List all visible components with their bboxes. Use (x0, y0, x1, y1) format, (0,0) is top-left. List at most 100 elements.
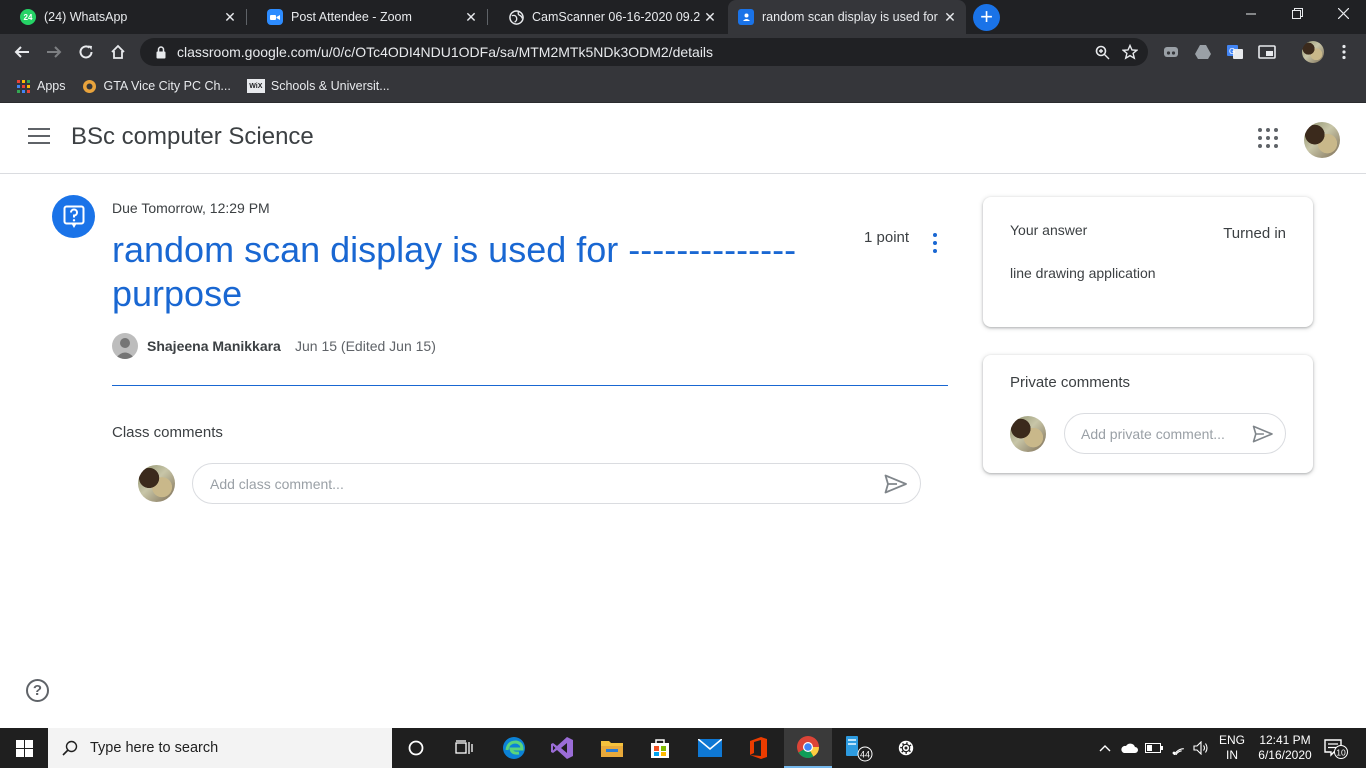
mail-icon[interactable] (686, 728, 734, 768)
assignment-title: random scan display is used for --------… (112, 229, 797, 314)
windows-start-icon[interactable] (0, 728, 48, 768)
lock-icon (153, 45, 169, 59)
visual-studio-icon[interactable] (538, 728, 586, 768)
class-comments-label: Class comments (112, 424, 223, 441)
wifi-icon[interactable] (1167, 728, 1189, 768)
apps-grid-icon (15, 78, 31, 94)
region-code: IN (1226, 748, 1238, 762)
file-explorer-icon[interactable] (588, 728, 636, 768)
system-clock[interactable]: 12:41 PM 6/16/2020 (1252, 733, 1318, 763)
notification-count: 10 (1336, 747, 1346, 757)
account-avatar[interactable] (1304, 122, 1340, 158)
classroom-icon (738, 9, 754, 25)
close-window-button[interactable] (1320, 0, 1366, 34)
close-icon[interactable]: ✕ (940, 9, 960, 26)
search-icon (62, 740, 78, 756)
home-button[interactable] (104, 38, 132, 66)
address-bar[interactable]: classroom.google.com/u/0/c/OTc4ODI4NDU1O… (140, 38, 1148, 66)
clock-date: 6/16/2020 (1258, 748, 1312, 762)
gta-icon (82, 78, 98, 94)
close-icon[interactable]: ✕ (461, 9, 481, 26)
class-comment-input[interactable] (210, 475, 876, 492)
classroom-header: BSc computer Science (0, 103, 1366, 174)
private-comments-label: Private comments (1010, 374, 1131, 391)
whatsapp-icon: 24 (20, 9, 36, 25)
new-tab-button[interactable]: + (973, 4, 1000, 31)
clock-time: 12:41 PM (1259, 733, 1311, 747)
tab-title: random scan display is used for - (762, 10, 940, 24)
store-icon[interactable] (636, 728, 684, 768)
your-answer-card: Your answer Turned in line drawing appli… (983, 197, 1313, 327)
more-menu-icon[interactable] (1332, 40, 1356, 64)
bookmark-schools[interactable]: WiX Schools & Universit... (246, 79, 390, 93)
show-hidden-icons[interactable] (1096, 728, 1114, 768)
settings-gear-icon[interactable] (882, 728, 930, 768)
taskbar-search[interactable]: Type here to search (48, 728, 392, 768)
tab-whatsapp[interactable]: 24 (24) WhatsApp ✕ (0, 0, 246, 34)
office-icon[interactable] (734, 728, 782, 768)
battery-icon[interactable] (1143, 728, 1165, 768)
private-comment-box (1064, 413, 1286, 454)
tab-classroom[interactable]: random scan display is used for - ✕ (728, 0, 966, 34)
profile-avatar[interactable] (1302, 41, 1324, 63)
author-name: Shajeena Manikkara (147, 338, 281, 354)
cortana-icon[interactable] (392, 728, 440, 768)
bookmark-apps[interactable]: Apps (15, 78, 66, 94)
tab-zoom[interactable]: Post Attendee - Zoom ✕ (247, 0, 487, 34)
your-answer-label: Your answer (1010, 222, 1088, 238)
help-icon[interactable]: ? (26, 679, 49, 702)
send-icon[interactable] (1243, 414, 1283, 454)
bookmark-gta[interactable]: GTA Vice City PC Ch... (82, 78, 231, 94)
globe-icon (508, 9, 524, 25)
author-avatar (112, 333, 138, 359)
more-options-icon[interactable] (928, 233, 942, 253)
turned-in-status: Turned in (1223, 225, 1286, 242)
tab-title: (24) WhatsApp (44, 10, 128, 24)
private-commenter-avatar (1010, 416, 1046, 452)
input-language[interactable]: ENG IN (1219, 733, 1245, 763)
forward-button[interactable] (40, 38, 68, 66)
commenter-avatar (138, 465, 175, 502)
browser-tab-strip: 24 (24) WhatsApp ✕ Post Attendee - Zoom … (0, 0, 1366, 34)
answer-text: line drawing application (1010, 265, 1156, 281)
pip-extension-icon[interactable] (1255, 40, 1279, 64)
question-icon (52, 195, 95, 238)
close-icon[interactable]: ✕ (700, 9, 720, 26)
private-comment-input[interactable] (1081, 425, 1243, 442)
volume-icon[interactable] (1190, 728, 1212, 768)
tab-camscanner[interactable]: CamScanner 06-16-2020 09.28.5 ✕ (488, 0, 726, 34)
star-icon[interactable] (1116, 38, 1144, 66)
send-icon[interactable] (876, 464, 916, 504)
browser-toolbar: classroom.google.com/u/0/c/OTc4ODI4NDU1O… (0, 34, 1366, 70)
svg-text:G: G (1229, 47, 1235, 56)
points-label: 1 point (864, 229, 910, 246)
title-divider (112, 385, 948, 386)
google-apps-icon[interactable] (1258, 128, 1278, 148)
zoom-magnifier-icon[interactable] (1088, 38, 1116, 66)
task-view-icon[interactable] (440, 728, 488, 768)
minimize-button[interactable] (1228, 0, 1274, 34)
translate-extension-icon[interactable]: G (1223, 40, 1247, 64)
incognito-extension-icon[interactable] (1159, 40, 1183, 64)
restore-button[interactable] (1274, 0, 1320, 34)
private-comments-card: Private comments (983, 355, 1313, 473)
reload-button[interactable] (72, 38, 100, 66)
back-button[interactable] (8, 38, 36, 66)
url-text: classroom.google.com/u/0/c/OTc4ODI4NDU1O… (177, 44, 714, 60)
chrome-taskbar-icon[interactable] (784, 728, 832, 768)
close-icon[interactable]: ✕ (220, 9, 240, 26)
onedrive-cloud-icon[interactable] (1118, 728, 1140, 768)
notes-app-icon[interactable]: 44 (834, 728, 882, 768)
zoom-icon (267, 9, 283, 25)
main-menu-icon[interactable] (28, 128, 50, 146)
bookmarks-bar: Apps GTA Vice City PC Ch... WiX Schools … (0, 70, 1366, 103)
bookmark-label: GTA Vice City PC Ch... (103, 79, 231, 93)
action-center-icon[interactable]: 10 (1320, 728, 1352, 768)
windows-taskbar: Type here to search 44 ENG IN 12:41 PM 6… (0, 728, 1366, 768)
search-placeholder: Type here to search (90, 740, 219, 756)
drive-extension-icon[interactable] (1191, 40, 1215, 64)
edge-icon[interactable] (490, 728, 538, 768)
wix-icon: WiX (246, 79, 265, 93)
class-comment-box (192, 463, 921, 504)
class-title[interactable]: BSc computer Science (71, 123, 314, 151)
